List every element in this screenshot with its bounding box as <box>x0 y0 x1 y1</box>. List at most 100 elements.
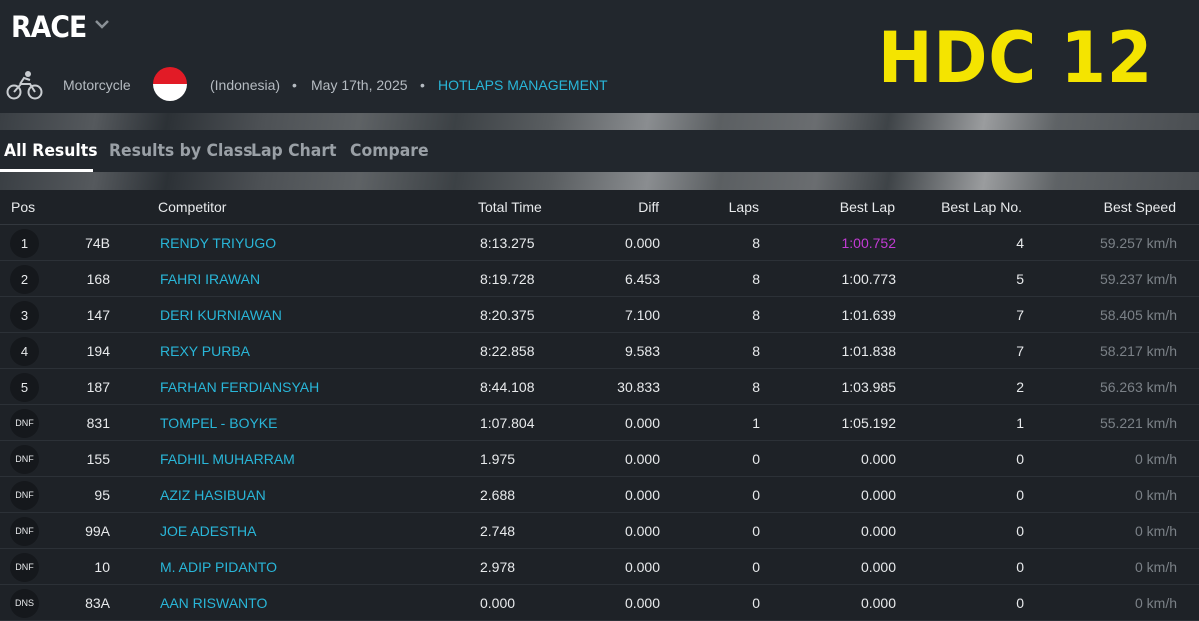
best-lap-number: 7 <box>1016 307 1024 323</box>
laps-count: 1 <box>752 415 760 431</box>
table-row[interactable]: DNF 10 M. ADIP PIDANTO 2.978 0.000 0 0.000 0 0 k… <box>0 549 1199 585</box>
position-badge: DNF <box>10 517 39 546</box>
competitor-number: 187 <box>86 379 110 395</box>
best-lap-time: 0.000 <box>860 451 896 467</box>
best-lap-time: 0.000 <box>860 487 896 503</box>
position-badge: 3 <box>10 301 39 330</box>
best-speed: 59.257 km/h <box>1099 235 1177 251</box>
table-row[interactable]: DNF 831 TOMPEL - BOYKE 1:07.804 0.000 1 1:05.1… <box>0 405 1199 441</box>
tab-compare[interactable]: Compare <box>350 141 429 161</box>
sport-label: Motorcycle <box>63 77 131 93</box>
competitor-link[interactable]: AAN RISWANTO <box>160 595 267 611</box>
competitor-link[interactable]: DERI KURNIAWAN <box>160 307 282 323</box>
laps-count: 0 <box>752 523 760 539</box>
position-badge: DNS <box>10 589 39 618</box>
competitor-number: 74B <box>85 235 110 251</box>
laps-count: 0 <box>752 559 760 575</box>
country-label: (Indonesia) <box>210 77 281 93</box>
page-title: RACE <box>11 10 87 44</box>
laps-count: 8 <box>752 379 760 395</box>
best-lap-number: 4 <box>1016 235 1024 251</box>
column-header-laps[interactable]: Laps <box>660 199 759 215</box>
competitor-number: 10 <box>94 559 110 575</box>
column-header-pos[interactable]: Pos <box>11 199 35 215</box>
table-row[interactable]: DNF 95 AZIZ HASIBUAN 2.688 0.000 0 0.000 0 0 km/… <box>0 477 1199 513</box>
competitor-number: 194 <box>86 343 110 359</box>
event-date: May 17th, 2025 <box>311 77 408 93</box>
best-speed: 0 km/h <box>1134 559 1177 575</box>
table-row[interactable]: DNF 155 FADHIL MUHARRAM 1.975 0.000 0 0.000 0 0 … <box>0 441 1199 477</box>
results-table-body: 1 74B RENDY TRIYUGO 8:13.275 0.000 8 1:00.752 4… <box>0 225 1199 621</box>
diff-value: 0.000 <box>624 235 660 251</box>
competitor-number: 99A <box>85 523 110 539</box>
competitor-link[interactable]: FARHAN FERDIANSYAH <box>160 379 319 395</box>
competitor-link[interactable]: JOE ADESTHA <box>160 523 256 539</box>
best-lap-time: 0.000 <box>860 523 896 539</box>
tab-lap-chart[interactable]: Lap Chart <box>251 141 337 161</box>
total-time: 1.975 <box>480 451 516 467</box>
best-lap-number: 1 <box>1016 415 1024 431</box>
best-lap-number: 5 <box>1016 271 1024 287</box>
diff-value: 0.000 <box>624 451 660 467</box>
best-speed: 0 km/h <box>1134 451 1177 467</box>
table-row[interactable]: DNF 99A JOE ADESTHA 2.748 0.000 0 0.000 0 0 km/h <box>0 513 1199 549</box>
best-lap-number: 2 <box>1016 379 1024 395</box>
best-lap-time: 0.000 <box>860 559 896 575</box>
position-badge: DNF <box>10 445 39 474</box>
competitor-number: 168 <box>86 271 110 287</box>
diff-value: 0.000 <box>624 415 660 431</box>
position-badge: 2 <box>10 265 39 294</box>
chevron-down-icon[interactable] <box>93 17 111 31</box>
position-badge: DNF <box>10 481 39 510</box>
competitor-number: 147 <box>86 307 110 323</box>
column-header-competitor[interactable]: Competitor <box>158 199 226 215</box>
best-lap-number: 0 <box>1016 559 1024 575</box>
best-speed: 0 km/h <box>1134 523 1177 539</box>
table-row[interactable]: 4 194 REXY PURBA 8:22.858 9.583 8 1:01.838 7 58.… <box>0 333 1199 369</box>
competitor-link[interactable]: REXY PURBA <box>160 343 250 359</box>
best-lap-number: 0 <box>1016 451 1024 467</box>
column-header-diff[interactable]: Diff <box>560 199 659 215</box>
best-lap-time: 1:05.192 <box>841 415 897 431</box>
laps-count: 0 <box>752 595 760 611</box>
laps-count: 8 <box>752 343 760 359</box>
best-speed: 58.217 km/h <box>1099 343 1177 359</box>
total-time: 0.000 <box>480 595 516 611</box>
position-badge: 4 <box>10 337 39 366</box>
best-speed: 0 km/h <box>1134 595 1177 611</box>
event-meta: Motorcycle (Indonesia) • May 17th, 2025 … <box>0 64 800 108</box>
meta-separator: • <box>420 77 425 93</box>
best-lap-time: 0.000 <box>860 595 896 611</box>
tab-results-by-class[interactable]: Results by Class <box>109 141 253 161</box>
total-time: 8:22.858 <box>480 343 535 359</box>
best-lap-number: 0 <box>1016 487 1024 503</box>
competitor-link[interactable]: RENDY TRIYUGO <box>160 235 276 251</box>
best-lap-number: 0 <box>1016 523 1024 539</box>
total-time: 1:07.804 <box>480 415 535 431</box>
table-row[interactable]: 1 74B RENDY TRIYUGO 8:13.275 0.000 8 1:00.752 4… <box>0 225 1199 261</box>
competitor-link[interactable]: FADHIL MUHARRAM <box>160 451 295 467</box>
competitor-link[interactable]: FAHRI IRAWAN <box>160 271 260 287</box>
results-table-header: Pos Competitor Total Time Diff Laps Best… <box>0 190 1199 225</box>
organizer-link[interactable]: HOTLAPS MANAGEMENT <box>438 77 608 93</box>
header-banner-texture <box>0 113 1199 130</box>
diff-value: 6.453 <box>624 271 660 287</box>
best-lap-time: 1:01.838 <box>841 343 897 359</box>
laps-count: 8 <box>752 307 760 323</box>
table-row[interactable]: 3 147 DERI KURNIAWAN 8:20.375 7.100 8 1:01.639… <box>0 297 1199 333</box>
competitor-link[interactable]: M. ADIP PIDANTO <box>160 559 277 575</box>
competitor-link[interactable]: TOMPEL - BOYKE <box>160 415 277 431</box>
table-row[interactable]: 2 168 FAHRI IRAWAN 8:19.728 6.453 8 1:00.773 5 5… <box>0 261 1199 297</box>
best-speed: 58.405 km/h <box>1099 307 1177 323</box>
column-header-best-lap-no[interactable]: Best Lap No. <box>920 199 1022 215</box>
laps-count: 0 <box>752 451 760 467</box>
competitor-number: 831 <box>86 415 110 431</box>
table-row[interactable]: 5 187 FARHAN FERDIANSYAH 8:44.108 30.833 8 1:0… <box>0 369 1199 405</box>
column-header-best-speed[interactable]: Best Speed <box>1040 199 1176 215</box>
column-header-best-lap[interactable]: Best Lap <box>790 199 895 215</box>
tab-all-results[interactable]: All Results <box>4 141 98 161</box>
position-badge: 1 <box>10 229 39 258</box>
column-header-total-time[interactable]: Total Time <box>478 199 542 215</box>
competitor-link[interactable]: AZIZ HASIBUAN <box>160 487 266 503</box>
event-header: RACE Motorcycle (Indonesia) • May 17th, … <box>0 0 1199 116</box>
